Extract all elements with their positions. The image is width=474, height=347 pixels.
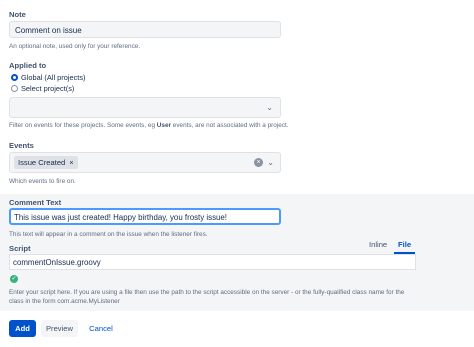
script-help-line1: Enter your script here. If you are using… [9,289,405,296]
check-circle-icon: ✓ [10,275,18,283]
comment-text-help: This text will appear in a comment on th… [9,231,208,238]
event-tag-label: Issue Created [18,158,66,167]
radio-selected-icon [11,74,18,81]
project-select[interactable]: ⌄ [9,97,281,118]
cancel-button[interactable]: Cancel [84,320,118,337]
note-label: Note [9,10,26,19]
events-select[interactable]: Issue Created × × ⌄ [9,152,281,173]
comment-text-label: Comment Text [9,198,62,207]
events-help: Which events to fire on. [9,178,76,185]
chevron-down-icon[interactable]: ⌄ [267,158,274,167]
note-help: An optional note, used only for your ref… [9,43,141,50]
tab-file[interactable]: File [398,240,411,249]
chevron-down-icon: ⌄ [266,103,273,112]
note-input[interactable]: Comment on issue [9,21,281,38]
comment-text-value: This issue was just created! Happy birth… [14,213,227,222]
tab-inline[interactable]: Inline [369,240,387,249]
events-label: Events [9,141,34,150]
tag-remove-icon[interactable]: × [69,158,73,167]
event-tag: Issue Created × [14,156,78,169]
applied-to-label: Applied to [9,61,47,70]
radio-global-label: Global (All projects) [21,73,86,82]
clear-icon[interactable]: × [254,158,263,167]
applied-to-help: Filter on events for these projects. Som… [9,122,289,129]
add-button[interactable]: Add [9,320,36,337]
radio-select-projects-label: Select project(s) [21,84,75,93]
script-file-input[interactable]: commentOnIssue.groovy [9,254,416,270]
radio-select-projects[interactable]: Select project(s) [11,84,74,93]
comment-text-input[interactable]: This issue was just created! Happy birth… [9,208,281,225]
preview-button[interactable]: Preview [41,320,78,337]
radio-unselected-icon [11,85,18,92]
note-value: Comment on issue [15,26,82,35]
radio-global[interactable]: Global (All projects) [11,73,85,82]
script-file-value: commentOnIssue.groovy [13,258,101,267]
script-label: Script [9,244,31,253]
script-help-line2: class in the form com.acme.MyListener [9,298,120,305]
